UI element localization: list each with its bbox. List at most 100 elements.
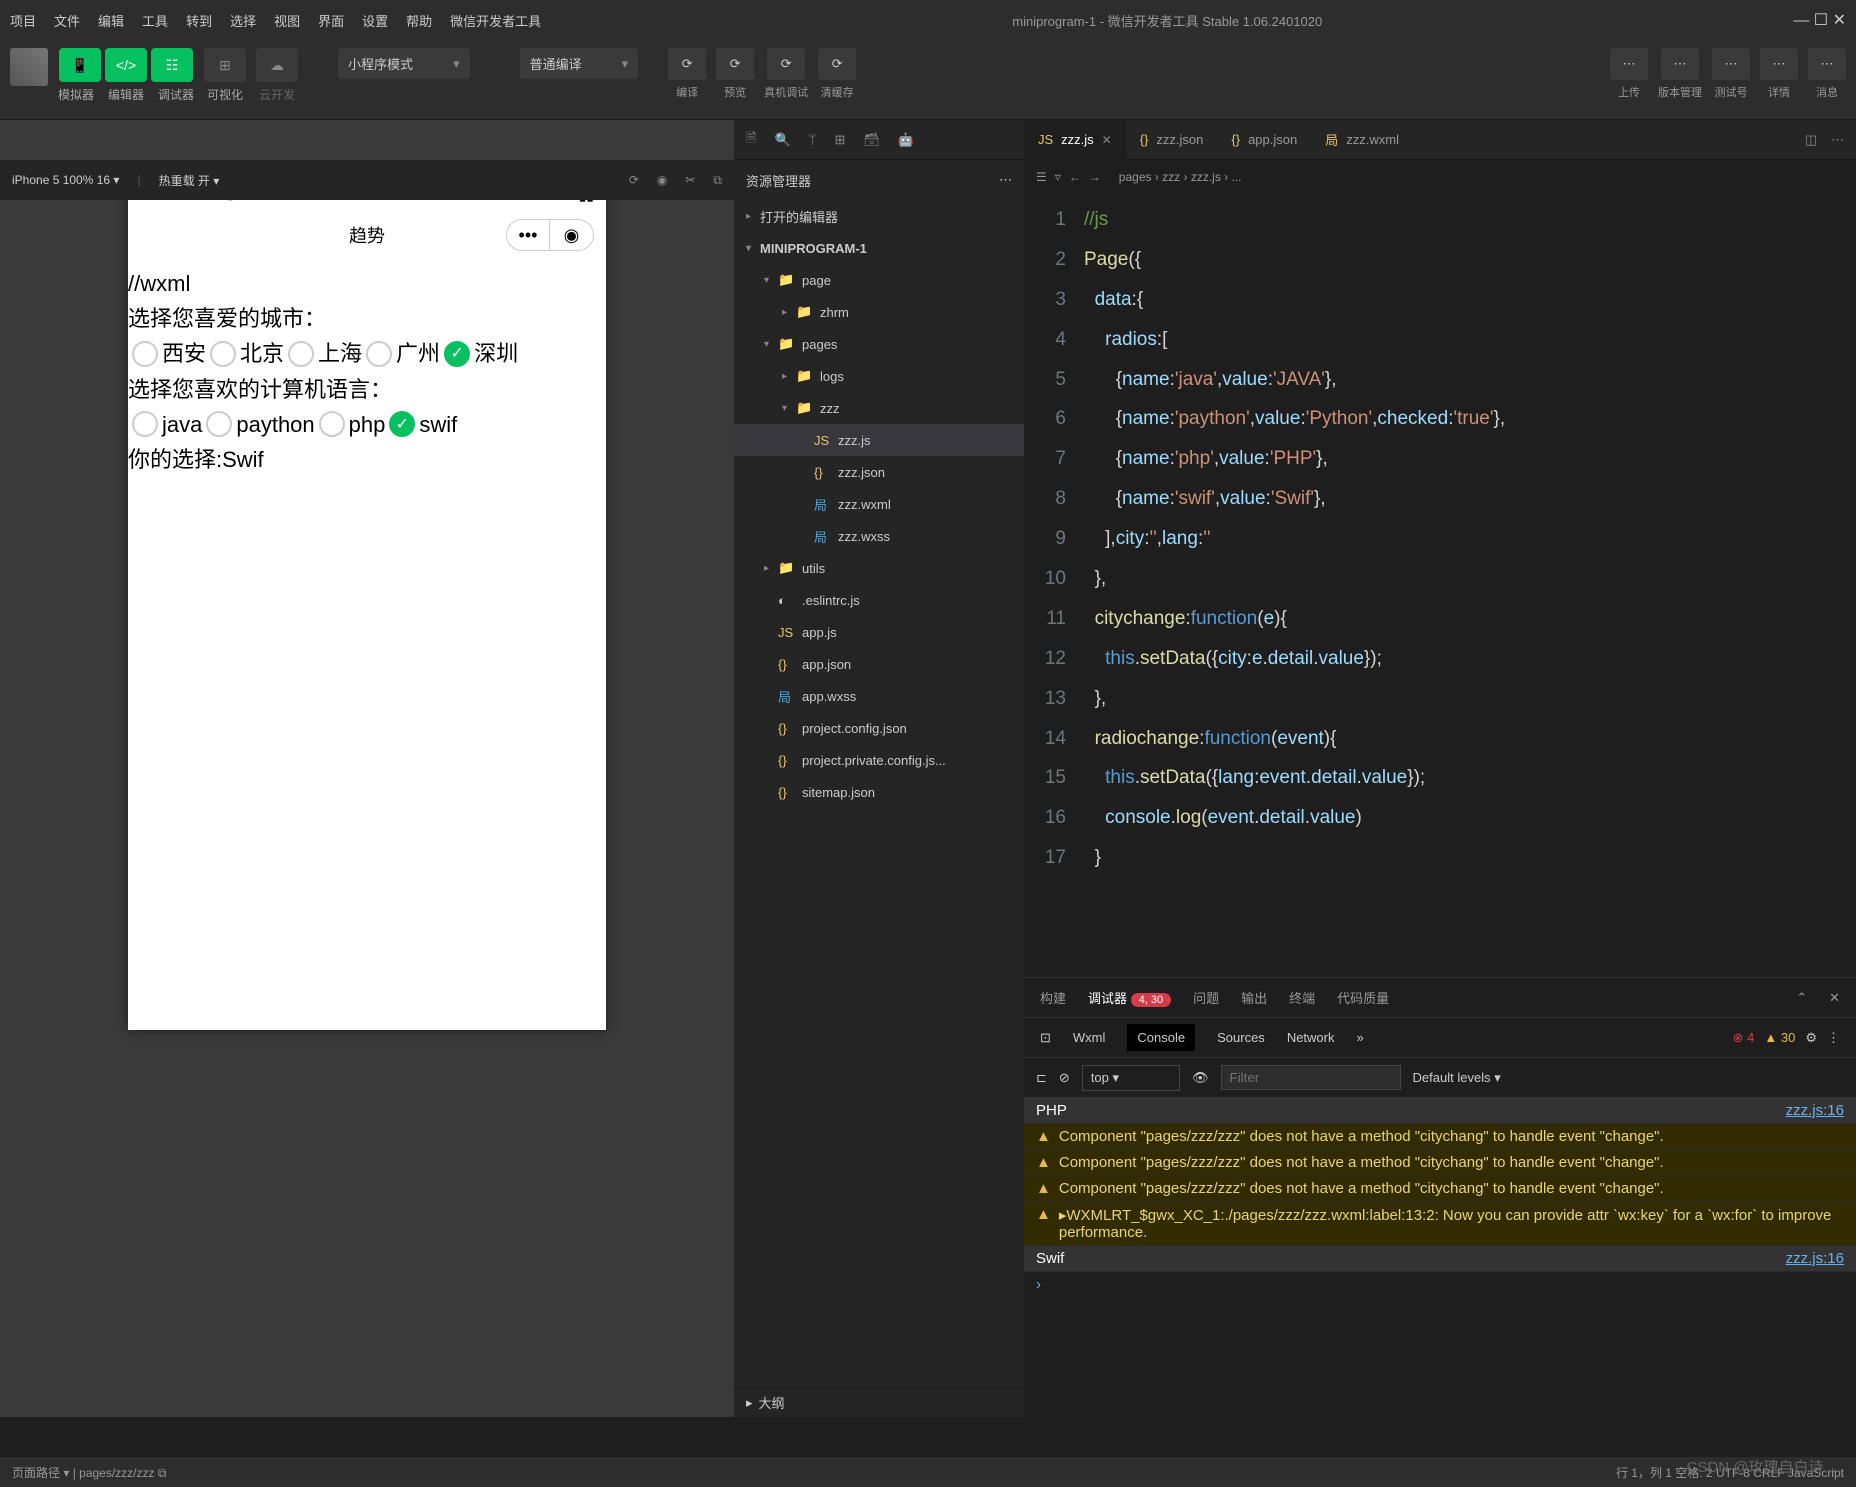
menu-item[interactable]: 文件 [54, 11, 80, 30]
tool-button[interactable]: ⟳ [668, 48, 706, 80]
split-icon[interactable]: ◫ [1805, 132, 1817, 148]
menu-item[interactable]: 微信开发者工具 [450, 11, 541, 30]
editor-tab[interactable]: JSzzz.js✕ [1024, 120, 1126, 160]
record-icon[interactable]: ◉ [657, 173, 667, 188]
levels-dropdown[interactable]: Default levels ▾ [1413, 1070, 1501, 1086]
menu-item[interactable]: 转到 [186, 11, 212, 30]
radio[interactable] [206, 411, 232, 437]
collapse-icon[interactable]: ⌃ [1796, 990, 1807, 1006]
cloud-button[interactable]: ☁ [256, 48, 298, 82]
tree-item[interactable]: ▸📁zhrm [734, 296, 1024, 328]
more-icon[interactable]: ⋯ [1831, 132, 1844, 148]
compile-dropdown[interactable]: 普通编译▾ [520, 48, 639, 79]
console-prompt[interactable]: › [1024, 1272, 1856, 1297]
log-group[interactable]: Swifzzz.js:16 [1024, 1246, 1856, 1272]
menu-item[interactable]: 设置 [362, 11, 388, 30]
code-editor[interactable]: 1234567891011121314151617 //jsPage({ dat… [1024, 194, 1856, 977]
devtools-tab[interactable]: Sources [1217, 1030, 1265, 1045]
menu-item[interactable]: 工具 [142, 11, 168, 30]
menu-item[interactable]: 项目 [10, 11, 36, 30]
capsule-close-icon[interactable]: ◉ [550, 219, 594, 251]
avatar[interactable] [10, 48, 48, 86]
tree-item[interactable]: {}app.json [734, 648, 1024, 680]
capsule-menu-icon[interactable]: ••• [506, 219, 550, 251]
project-root[interactable]: ▾MINIPROGRAM-1 [734, 232, 1024, 264]
list-icon[interactable]: ☰ [1036, 170, 1047, 184]
scope-dropdown[interactable]: top ▾ [1082, 1065, 1180, 1091]
close-icon[interactable]: ✕ [1829, 990, 1840, 1006]
robot-icon[interactable]: 🤖 [898, 132, 914, 148]
radio[interactable] [288, 341, 314, 367]
radio[interactable] [366, 341, 392, 367]
mode-dropdown[interactable]: 小程序模式▾ [338, 48, 470, 79]
search-icon[interactable]: 🔍 [774, 132, 790, 148]
radio[interactable]: ✓ [389, 411, 415, 437]
bookmark-icon[interactable]: ▿ [1055, 170, 1061, 184]
radio[interactable] [132, 341, 158, 367]
menu-item[interactable]: 编辑 [98, 11, 124, 30]
plugin-icon[interactable]: ⊞ [834, 132, 845, 148]
panel-tab[interactable]: 调试器 4, 30 [1088, 988, 1171, 1007]
sidebar-icon[interactable]: ⊏ [1036, 1070, 1047, 1086]
editor-button[interactable]: </> [105, 48, 147, 82]
refresh-icon[interactable]: ⟳ [629, 173, 639, 188]
radio[interactable]: ✓ [444, 341, 470, 367]
branch-icon[interactable]: ᛘ [809, 132, 817, 147]
cut-icon[interactable]: ✂ [685, 173, 695, 188]
tool-button[interactable]: ⋯ [1712, 48, 1750, 80]
devtools-tab[interactable]: Console [1127, 1024, 1195, 1051]
panel-tab[interactable]: 问题 [1193, 988, 1219, 1007]
log-group[interactable]: PHPzzz.js:16 [1024, 1098, 1856, 1124]
filter-input[interactable] [1221, 1065, 1401, 1090]
editor-tab[interactable]: 局zzz.wxml [1311, 120, 1413, 160]
eye-icon[interactable]: 👁 [1192, 1070, 1209, 1086]
inspect-icon[interactable]: ⊡ [1040, 1030, 1051, 1046]
panel-tab[interactable]: 代码质量 [1337, 988, 1389, 1007]
breadcrumb[interactable]: ☰ ▿ ← → pages › zzz › zzz.js › ... [1024, 160, 1856, 194]
tree-item[interactable]: JSzzz.js [734, 424, 1024, 456]
menu-item[interactable]: 视图 [274, 11, 300, 30]
panel-tab[interactable]: 构建 [1040, 988, 1066, 1007]
menu-item[interactable]: 界面 [318, 11, 344, 30]
tool-button[interactable]: ⋯ [1610, 48, 1648, 80]
files-icon[interactable]: 🗎 [746, 129, 756, 151]
devtools-tab[interactable]: Wxml [1073, 1030, 1106, 1045]
tool-button[interactable]: ⟳ [818, 48, 856, 80]
tree-item[interactable]: 局app.wxss [734, 680, 1024, 712]
tool-button[interactable]: ⋯ [1808, 48, 1846, 80]
outline-section[interactable]: ▸大纲 [734, 1387, 1024, 1417]
tree-item[interactable]: JSapp.js [734, 616, 1024, 648]
tool-button[interactable]: ⟳ [767, 48, 805, 80]
tool-button[interactable]: ⋯ [1760, 48, 1798, 80]
devtools-tab[interactable]: Network [1287, 1030, 1335, 1045]
window-buttons[interactable]: — ☐ ✕ [1793, 10, 1846, 30]
more-icon[interactable]: ⋯ [999, 172, 1012, 188]
tool-button[interactable]: ⟳ [716, 48, 754, 80]
clear-icon[interactable]: ⊘ [1059, 1070, 1070, 1086]
back-icon[interactable]: ← [1069, 170, 1081, 184]
radio[interactable] [210, 341, 236, 367]
tree-item[interactable]: {}sitemap.json [734, 776, 1024, 808]
tool-button[interactable]: ⋯ [1661, 48, 1699, 80]
panel-tab[interactable]: 输出 [1241, 988, 1267, 1007]
radio[interactable] [319, 411, 345, 437]
popout-icon[interactable]: ⧉ [713, 173, 722, 188]
debugger-button[interactable]: ☷ [151, 48, 193, 82]
menu-item[interactable]: 选择 [230, 11, 256, 30]
tree-item[interactable]: 局zzz.wxss [734, 520, 1024, 552]
devtools-tab[interactable]: » [1357, 1030, 1364, 1045]
more-icon[interactable]: ⋮ [1827, 1030, 1840, 1046]
db-icon[interactable]: 🗃 [863, 132, 880, 148]
tree-item[interactable]: ▸📁utils [734, 552, 1024, 584]
panel-tab[interactable]: 终端 [1289, 988, 1315, 1007]
gear-icon[interactable]: ⚙ [1805, 1030, 1817, 1046]
tree-item[interactable]: {}zzz.json [734, 456, 1024, 488]
tree-item[interactable]: ▾📁pages [734, 328, 1024, 360]
tree-item[interactable]: {}project.private.config.js... [734, 744, 1024, 776]
forward-icon[interactable]: → [1089, 170, 1101, 184]
hotreload-toggle[interactable]: 热重载 开 ▾ [159, 172, 220, 189]
tree-item[interactable]: ▸📁logs [734, 360, 1024, 392]
open-editors[interactable]: ▸打开的编辑器 [734, 200, 1024, 232]
tree-item[interactable]: {}project.config.json [734, 712, 1024, 744]
tree-item[interactable]: ◐.eslintrc.js [734, 584, 1024, 616]
